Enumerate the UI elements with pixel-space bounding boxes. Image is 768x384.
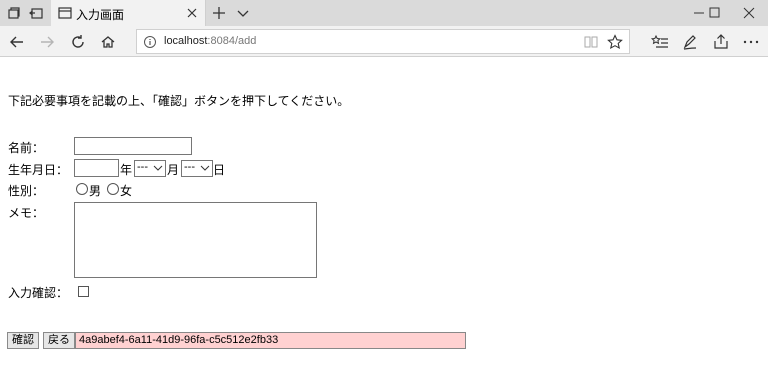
window-close-icon[interactable] [726, 0, 768, 26]
day-select[interactable]: --- [181, 160, 213, 177]
gender-male-radio[interactable] [76, 183, 88, 195]
birthdate-label: 生年月日： [8, 163, 69, 177]
name-input[interactable] [74, 137, 192, 155]
instruction-text: 下記必要事項を記載の上、「確認」ボタンを押下してください。 [8, 94, 350, 108]
url-text[interactable]: localhost:8084/add [164, 35, 256, 47]
input-confirm-checkbox[interactable] [78, 286, 89, 297]
input-confirm-label: 入力確認： [8, 286, 69, 300]
tab-title: 入力画面 [76, 8, 125, 22]
name-label: 名前： [8, 141, 45, 155]
day-unit: 日 [213, 163, 226, 177]
more-menu-icon[interactable] [741, 32, 761, 52]
day-select-value: --- [184, 161, 195, 173]
uuid-field[interactable]: 4a9abef4-6a11-41d9-96fa-c5c512e2fb33 [75, 332, 466, 349]
gender-label: 性別： [8, 184, 45, 198]
chevron-down-icon [200, 163, 210, 173]
new-tab-icon[interactable] [210, 4, 228, 22]
back-arrow-icon[interactable] [7, 32, 27, 52]
chevron-down-icon[interactable] [234, 4, 252, 22]
navigation-toolbar: localhost:8084/add [0, 26, 768, 57]
reading-view-icon[interactable] [583, 34, 599, 50]
pen-icon[interactable] [680, 32, 700, 52]
close-tab-icon[interactable] [184, 5, 200, 21]
tabs-aside-icon[interactable] [29, 5, 45, 21]
back-button[interactable]: 戻る [43, 332, 75, 349]
url-path: :8084/add [207, 35, 257, 47]
gender-female-radio[interactable] [107, 183, 119, 195]
gender-male-label: 男 [89, 184, 102, 198]
share-icon[interactable] [711, 32, 731, 52]
month-unit: 月 [167, 163, 180, 177]
memo-textarea[interactable] [74, 202, 317, 278]
chevron-down-icon [153, 163, 163, 173]
tab-set-icon[interactable] [6, 5, 22, 21]
year-unit: 年 [120, 163, 133, 177]
tab-active[interactable]: 入力画面 [51, 0, 206, 26]
page-icon [57, 5, 73, 21]
url-host: localhost [164, 35, 208, 47]
birth-year-input[interactable] [74, 159, 119, 177]
address-bar[interactable]: localhost:8084/add [136, 29, 630, 54]
tab-strip: 入力画面 [0, 0, 768, 26]
page-content: 下記必要事項を記載の上、「確認」ボタンを押下してください。 名前： 生年月日： … [0, 57, 768, 384]
site-info-icon[interactable] [143, 35, 157, 49]
favorite-star-icon[interactable] [607, 34, 623, 50]
gender-female-label: 女 [120, 184, 133, 198]
forward-arrow-icon[interactable] [37, 32, 57, 52]
favorites-list-icon[interactable] [650, 32, 670, 52]
month-select[interactable]: --- [134, 160, 166, 177]
home-icon[interactable] [98, 32, 118, 52]
memo-label: メモ： [8, 206, 45, 220]
refresh-icon[interactable] [68, 32, 88, 52]
confirm-button[interactable]: 確認 [7, 332, 39, 349]
month-select-value: --- [137, 161, 148, 173]
